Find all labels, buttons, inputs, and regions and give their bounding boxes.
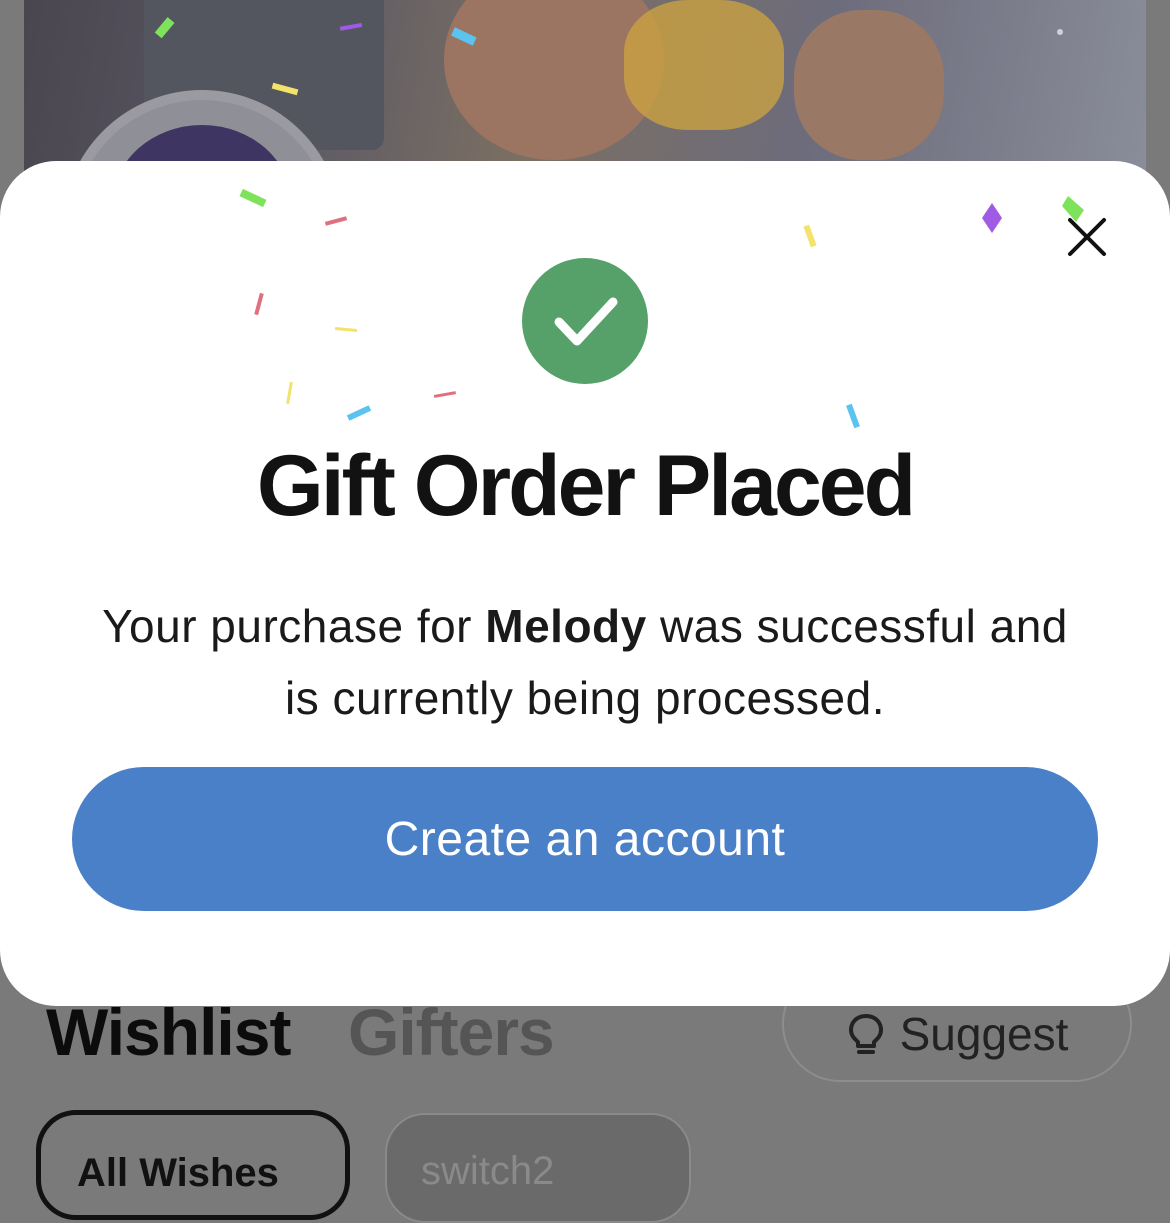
- recipient-name: Melody: [485, 600, 647, 652]
- create-account-button[interactable]: Create an account: [72, 767, 1098, 911]
- modal-message: Your purchase for Melody was successful …: [90, 590, 1080, 734]
- message-text-before: Your purchase for: [102, 600, 486, 652]
- modal-title: Gift Order Placed: [256, 438, 916, 534]
- close-icon[interactable]: [1060, 210, 1112, 262]
- lightbulb-icon: [848, 1014, 883, 1054]
- filter-chip-switch[interactable]: switch2: [385, 1113, 691, 1223]
- check-circle-icon: [522, 258, 648, 384]
- filter-chip-all-wishes[interactable]: All Wishes: [36, 1110, 350, 1220]
- suggest-label: Suggest: [899, 1008, 1069, 1060]
